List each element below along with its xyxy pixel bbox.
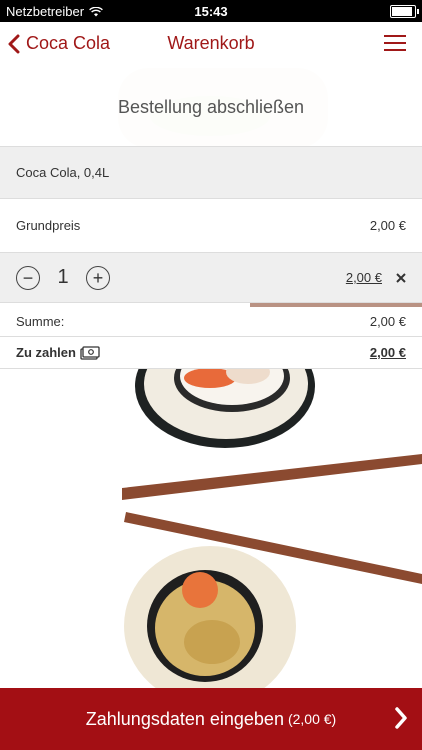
- sum-label: Summe:: [16, 314, 65, 329]
- to-pay-value: 2,00 €: [369, 345, 406, 360]
- plus-icon: +: [92, 267, 104, 288]
- cta-label: Zahlungsdaten eingeben: [85, 708, 284, 729]
- enter-payment-button[interactable]: Zahlungsdaten eingeben (2,00 €): [0, 688, 422, 750]
- order-header: Bestellung abschließen: [0, 68, 422, 147]
- remove-item-icon[interactable]: [396, 272, 406, 283]
- decrease-quantity-button[interactable]: −: [16, 265, 40, 290]
- sum-value: 2,00 €: [369, 314, 406, 329]
- increase-quantity-button[interactable]: +: [86, 265, 110, 290]
- to-pay-row: Zu zahlen 2,00 €: [0, 337, 422, 369]
- status-time: 15:43: [194, 4, 228, 19]
- nav-bar: Coca Cola Warenkorb: [0, 22, 422, 68]
- minus-icon: −: [22, 267, 34, 288]
- battery-icon: [390, 5, 419, 18]
- item-name: Coca Cola, 0,4L: [16, 165, 110, 180]
- chevron-right-icon: [395, 707, 407, 729]
- cart-item-row[interactable]: Coca Cola, 0,4L: [0, 147, 422, 199]
- base-price-row: Grundpreis 2,00 €: [0, 199, 422, 253]
- cash-icon: [80, 345, 100, 360]
- status-bar: Netzbetreiber 15:43: [0, 0, 422, 22]
- quantity-value: 1: [57, 266, 69, 288]
- page-title: Warenkorb: [167, 33, 255, 53]
- quantity-row: − 1 + 2,00 €: [0, 253, 422, 303]
- base-price-label: Grundpreis: [16, 218, 81, 233]
- to-pay-label: Zu zahlen: [16, 345, 76, 360]
- sum-row: Summe: 2,00 €: [0, 307, 422, 337]
- cta-amount: (2,00 €): [287, 711, 337, 727]
- base-price-value: 2,00 €: [369, 218, 406, 233]
- line-total[interactable]: 2,00 €: [346, 270, 382, 285]
- menu-icon[interactable]: [384, 35, 406, 51]
